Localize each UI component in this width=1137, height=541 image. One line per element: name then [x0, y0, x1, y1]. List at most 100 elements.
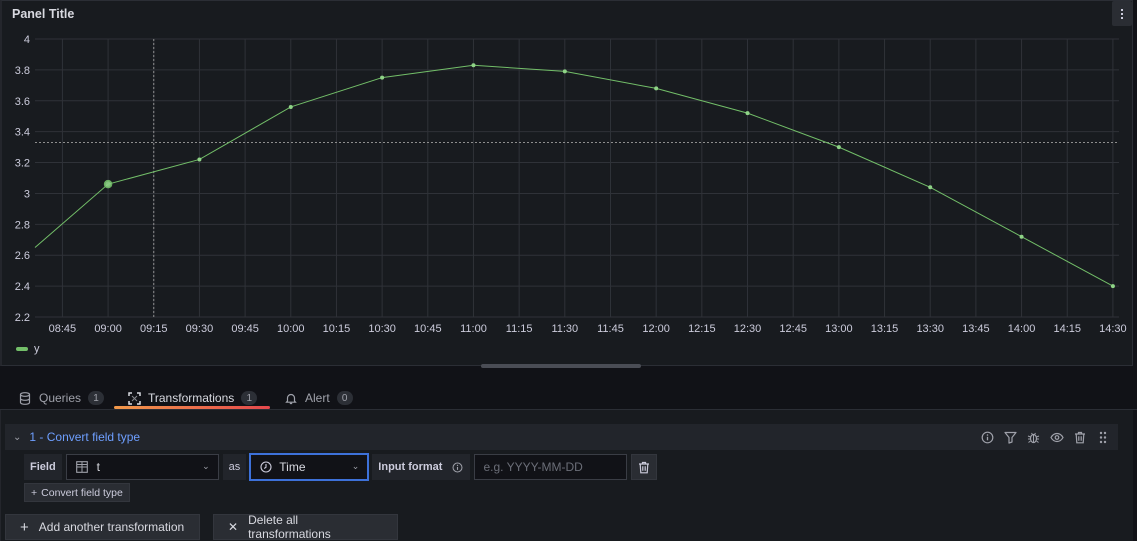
x-tick-label: 09:15	[140, 323, 168, 335]
transform-icon	[127, 391, 141, 405]
x-tick-label: 11:00	[460, 323, 487, 335]
tab-count-badge: 0	[336, 391, 353, 405]
x-tick-label: 11:15	[506, 323, 533, 335]
x-tick-label: 14:00	[1008, 323, 1036, 335]
bell-icon	[284, 391, 298, 405]
plus-icon: +	[31, 486, 38, 499]
x-tick-label: 10:15	[323, 323, 351, 335]
transformation-actions	[980, 424, 1110, 450]
tab-queries[interactable]: Queries 1	[18, 386, 105, 410]
input-format-placeholder: e.g. YYYY-MM-DD	[483, 460, 583, 474]
transformation-header[interactable]: ⌄ 1 - Convert field type	[5, 424, 1118, 450]
time-series-chart[interactable]: 4 3.8 3.6 3.4 3.2 3 2.8 2.6 2.4 2.2 08:45 09:00 09:1…	[2, 1, 1135, 341]
x-tick-label: 10:30	[368, 323, 396, 335]
remove-conversion-button[interactable]	[631, 454, 658, 480]
info-icon[interactable]	[450, 460, 464, 474]
field-value: t	[96, 460, 101, 474]
tab-label: Queries	[39, 391, 82, 405]
legend[interactable]: y	[16, 343, 40, 355]
input-format-input[interactable]: e.g. YYYY-MM-DD	[474, 454, 628, 480]
transformations-editor: ⌄ 1 - Convert field type Field t ⌄ as Ti…	[0, 410, 1133, 541]
tab-label: Alert	[305, 391, 330, 405]
y-tick-label: 2.2	[15, 312, 30, 324]
data-point	[562, 69, 567, 74]
x-tick-label: 09:30	[186, 323, 214, 335]
y-tick-label: 3.4	[15, 127, 30, 139]
add-transformation-label: Add another transformation	[38, 520, 185, 534]
tab-label: Transformations	[148, 391, 235, 405]
y-tick-label: 2.8	[15, 219, 30, 231]
legend-swatch	[16, 347, 28, 351]
close-icon: ✕	[228, 520, 239, 534]
y-tick-label: 2.6	[15, 250, 30, 262]
x-tick-label: 09:45	[231, 323, 259, 335]
data-point	[197, 157, 202, 162]
database-icon	[18, 391, 32, 405]
x-tick-label: 11:45	[597, 323, 624, 335]
data-point	[928, 185, 933, 190]
tab-count-badge: 1	[88, 391, 105, 405]
input-format-label-wrap: Input format	[372, 454, 471, 480]
series-line	[34, 64, 1114, 287]
x-tick-label: 13:30	[916, 323, 944, 335]
info-icon[interactable]	[980, 430, 995, 445]
x-tick-label: 08:45	[49, 323, 77, 335]
x-tick-label: 14:15	[1053, 323, 1081, 335]
field-select[interactable]: t ⌄	[65, 454, 219, 480]
y-tick-label: 2.4	[15, 281, 30, 293]
as-label: as	[222, 454, 247, 480]
delete-all-label: Delete all transformations	[248, 513, 331, 541]
y-tick-label: 3.8	[15, 65, 30, 77]
add-transformation-button[interactable]: + Add another transformation	[5, 514, 200, 540]
panel-resize-handle[interactable]	[481, 364, 641, 368]
data-point	[1019, 234, 1024, 239]
field-label: Field	[24, 454, 62, 480]
data-point	[836, 145, 841, 150]
x-tick-label: 11:30	[551, 323, 578, 335]
y-tick-label: 3.2	[15, 158, 30, 170]
plus-icon: +	[20, 518, 29, 536]
add-convert-label: Convert field type	[41, 486, 123, 499]
y-tick-label: 3.6	[15, 96, 30, 108]
x-tick-label: 14:30	[1099, 323, 1127, 335]
y-tick-label: 4	[24, 34, 30, 46]
add-convert-field-type-button[interactable]: + Convert field type	[24, 483, 130, 502]
delete-all-transformations-button[interactable]: ✕ Delete all transformations	[213, 513, 398, 541]
eye-icon[interactable]	[1049, 430, 1064, 445]
data-point	[380, 75, 385, 80]
x-tick-label: 10:00	[277, 323, 305, 335]
data-point	[745, 111, 750, 116]
trash-icon[interactable]	[1072, 430, 1087, 445]
hover-point	[103, 179, 113, 189]
chevron-down-icon: ⌄	[351, 461, 360, 471]
x-tick-label: 12:15	[688, 323, 716, 335]
x-tick-label: 12:30	[734, 323, 762, 335]
trash-icon	[637, 460, 651, 474]
type-select[interactable]: Time ⌄	[250, 454, 369, 480]
panel: Panel Title 4 3.8 3.6 3.4 3.2 3 2.8 2.6 2.4 2.2 08…	[0, 0, 1133, 366]
x-tick-label: 09:00	[94, 323, 122, 335]
x-tick-label: 13:00	[825, 323, 853, 335]
tab-alert[interactable]: Alert 0	[284, 386, 353, 410]
x-tick-label: 12:45	[779, 323, 807, 335]
chevron-down-icon: ⌄	[202, 461, 210, 471]
convert-field-row: Field t ⌄ as Time ⌄ Input format e.g. YY…	[24, 454, 658, 480]
x-tick-label: 13:45	[962, 323, 990, 335]
y-tick-label: 3	[24, 188, 30, 200]
input-format-label: Input format	[378, 461, 443, 473]
clock-icon	[259, 460, 273, 474]
bug-icon[interactable]	[1026, 430, 1041, 445]
data-point	[1110, 284, 1115, 289]
active-tab-indicator	[114, 406, 270, 409]
table-icon	[75, 460, 89, 474]
chevron-down-icon[interactable]: ⌄	[13, 432, 21, 443]
x-tick-label: 12:00	[642, 323, 670, 335]
transformation-title: 1 - Convert field type	[29, 430, 141, 444]
tab-count-badge: 1	[241, 391, 258, 405]
drag-handle-icon[interactable]	[1095, 430, 1110, 445]
filter-icon[interactable]	[1003, 430, 1018, 445]
x-tick-label: 13:15	[871, 323, 899, 335]
data-point	[471, 63, 476, 68]
data-point	[654, 86, 659, 91]
x-tick-label: 10:45	[414, 323, 442, 335]
